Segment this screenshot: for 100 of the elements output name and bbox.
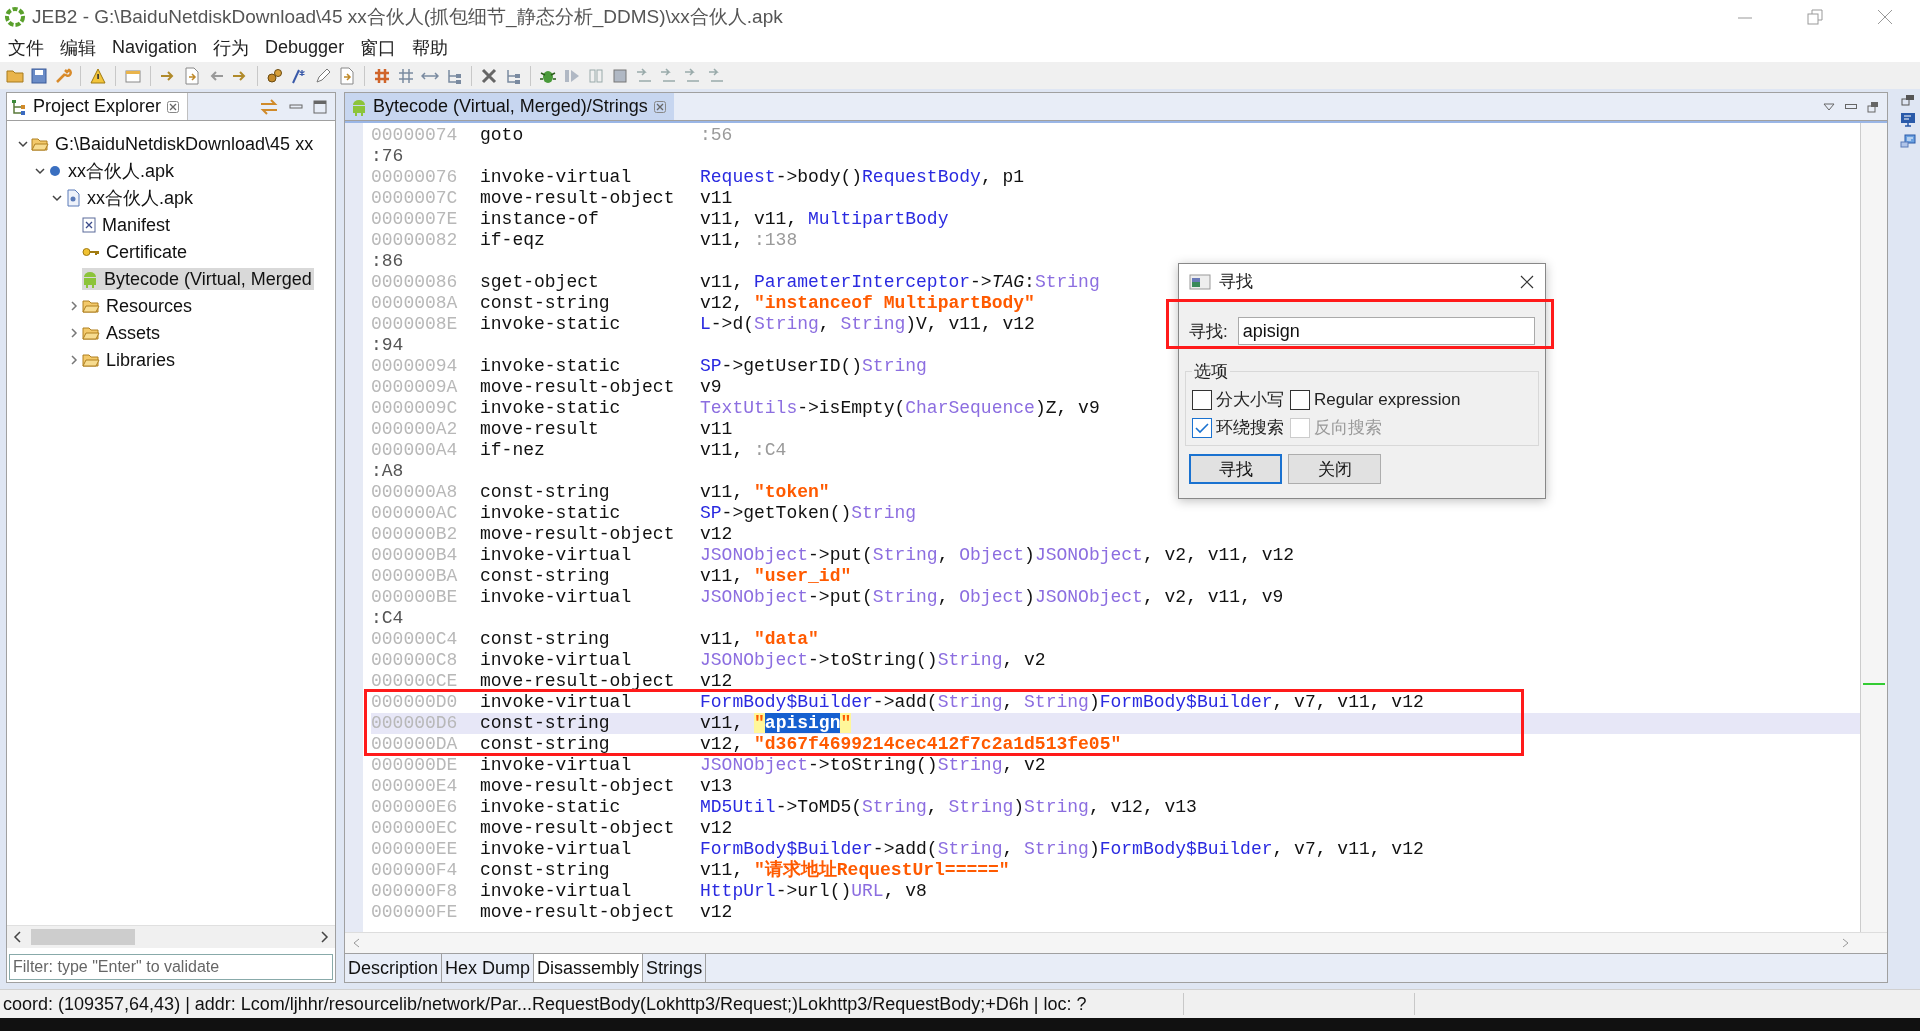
link-icon[interactable] bbox=[259, 97, 279, 116]
minimize-icon[interactable] bbox=[1845, 103, 1857, 110]
folder-icon bbox=[82, 298, 100, 314]
gears-icon[interactable] bbox=[266, 66, 284, 85]
line-address: 000000A2 bbox=[371, 419, 459, 440]
operands: v9 bbox=[700, 377, 722, 398]
operands: v12 bbox=[700, 818, 733, 839]
pause-icon[interactable] bbox=[587, 66, 605, 85]
menu-item[interactable]: 编辑 bbox=[60, 35, 96, 60]
android-icon bbox=[351, 97, 367, 116]
checkbox[interactable] bbox=[1290, 389, 1310, 410]
operands: v11 bbox=[700, 188, 733, 209]
close-icon[interactable] bbox=[167, 100, 180, 113]
checkbox[interactable] bbox=[1192, 389, 1212, 410]
tree-item[interactable]: xx合伙人.apk bbox=[65, 187, 196, 209]
view-tab[interactable]: Disassembly bbox=[534, 954, 644, 982]
opcode: const-string bbox=[480, 860, 611, 881]
line-address: 0000007C bbox=[371, 188, 459, 209]
collapsed-icon[interactable] bbox=[68, 300, 80, 312]
step-icon[interactable] bbox=[635, 66, 653, 85]
vertical-scrollbar[interactable] bbox=[1860, 123, 1887, 932]
collapsed-icon[interactable] bbox=[68, 354, 80, 366]
step-icon[interactable] bbox=[683, 66, 701, 85]
operands: Request->body()RequestBody, p1 bbox=[700, 167, 1025, 188]
pencil-icon[interactable] bbox=[314, 66, 332, 85]
tree-item[interactable]: G:\BaiduNetdiskDownload\45 xx bbox=[31, 133, 316, 155]
grid-outline-icon[interactable] bbox=[397, 66, 415, 85]
operands: TextUtils->isEmpty(CharSequence)Z, v9 bbox=[700, 398, 1100, 419]
field-label: 寻找: bbox=[1189, 320, 1228, 343]
find-button[interactable]: 寻找 bbox=[1189, 454, 1282, 484]
menu-item[interactable]: 文件 bbox=[8, 35, 44, 60]
tree-item[interactable]: Bytecode (Virtual, Merged bbox=[82, 268, 314, 290]
tree-item[interactable]: Resources bbox=[82, 295, 195, 317]
operands: v12, "instanceof MultipartBody" bbox=[700, 293, 1035, 314]
restore-icon[interactable] bbox=[1867, 100, 1879, 113]
operands: JSONObject->toString()String, v2 bbox=[700, 650, 1046, 671]
tree-item[interactable]: Assets bbox=[82, 322, 163, 344]
expanded-icon[interactable] bbox=[34, 165, 46, 177]
operands: v13 bbox=[700, 776, 733, 797]
operands: JSONObject->put(String, Object)JSONObject, v2, v11, v12 bbox=[700, 545, 1295, 566]
maximize-icon[interactable] bbox=[313, 99, 327, 114]
opcode: const-string bbox=[480, 713, 611, 734]
opcode: move-result bbox=[480, 419, 600, 440]
minimize-icon[interactable] bbox=[289, 101, 303, 112]
tree-item[interactable]: Manifest bbox=[82, 214, 173, 236]
filter-field[interactable]: Filter: type "Enter" to validate bbox=[9, 954, 333, 980]
close-button[interactable]: 关闭 bbox=[1288, 454, 1381, 484]
stop-icon[interactable] bbox=[611, 66, 629, 85]
menu-item[interactable]: Navigation bbox=[112, 37, 198, 58]
line-address: 000000FE bbox=[371, 902, 459, 923]
collapsed-icon[interactable] bbox=[68, 327, 80, 339]
folder-icon bbox=[82, 352, 100, 368]
close-icon[interactable] bbox=[1519, 273, 1535, 290]
expanded-icon[interactable] bbox=[17, 138, 29, 150]
save-icon[interactable] bbox=[30, 66, 48, 85]
opcode: invoke-virtual bbox=[480, 650, 633, 671]
opcode: invoke-virtual bbox=[480, 881, 633, 902]
operands: v12 bbox=[700, 524, 733, 545]
wrench-icon[interactable] bbox=[54, 66, 72, 85]
menu-item[interactable]: Debugger bbox=[265, 37, 345, 58]
scrollbar-thumb[interactable] bbox=[31, 929, 135, 945]
editor-tab[interactable]: Bytecode (Virtual, Merged)/Strings bbox=[345, 93, 674, 120]
opcode: move-result-object bbox=[480, 188, 676, 209]
search-field[interactable]: apisign bbox=[1237, 317, 1535, 345]
opcode: const-string bbox=[480, 566, 611, 587]
code-label: :A8 bbox=[371, 461, 404, 482]
operands: JSONObject->put(String, Object)JSONObject, v2, v11, v9 bbox=[700, 587, 1284, 608]
warning-icon[interactable] bbox=[89, 66, 107, 85]
menu-item[interactable]: 窗口 bbox=[360, 35, 397, 60]
monitor-icon[interactable] bbox=[1900, 112, 1916, 128]
code-label: :76 bbox=[371, 146, 404, 167]
menu-item[interactable]: 帮助 bbox=[412, 35, 449, 60]
operands: L->d(String, String)V, v11, v12 bbox=[700, 314, 1035, 335]
tree-item[interactable]: Libraries bbox=[82, 349, 178, 371]
expanded-icon[interactable] bbox=[51, 192, 63, 204]
checkbox[interactable] bbox=[1192, 417, 1212, 438]
grid-icon[interactable] bbox=[373, 66, 391, 85]
menu-item[interactable]: 行为 bbox=[213, 35, 250, 60]
status-text: coord: (109357,64,43) | addr: Lcom/ljhhr/resourcelib/network/Par...RequestBody(Lokhttp3/Request;)Lokhttp3/RequestBody;+D6h | loc: ? bbox=[2, 993, 1088, 1015]
opcode: invoke-virtual bbox=[480, 839, 633, 860]
operands: v11, "user_id" bbox=[700, 566, 852, 587]
tree-item[interactable]: xx合伙人.apk bbox=[48, 160, 177, 182]
opcode: move-result-object bbox=[480, 377, 676, 398]
step-icon[interactable] bbox=[659, 66, 677, 85]
document-icon[interactable] bbox=[338, 66, 356, 85]
view-tab[interactable]: Strings bbox=[643, 954, 707, 982]
document-icon bbox=[65, 189, 81, 207]
line-address: 0000008E bbox=[371, 314, 459, 335]
opcode: const-string bbox=[480, 734, 611, 755]
dot-icon bbox=[48, 164, 62, 178]
document-icon[interactable] bbox=[183, 66, 201, 85]
chat-icon[interactable] bbox=[1900, 134, 1916, 150]
explorer-tab[interactable]: Project Explorer bbox=[7, 93, 189, 120]
step-icon[interactable] bbox=[707, 66, 725, 85]
tree-item[interactable]: Certificate bbox=[82, 241, 190, 263]
operands: FormBody$Builder->add(String, String)FormBody$Builder, v7, v11, v12 bbox=[700, 692, 1424, 713]
checkbox-label: Regular expression bbox=[1314, 389, 1461, 410]
dropdown-icon[interactable] bbox=[1823, 102, 1835, 111]
restore-icon[interactable] bbox=[1901, 94, 1915, 106]
opcode: const-string bbox=[480, 293, 611, 314]
